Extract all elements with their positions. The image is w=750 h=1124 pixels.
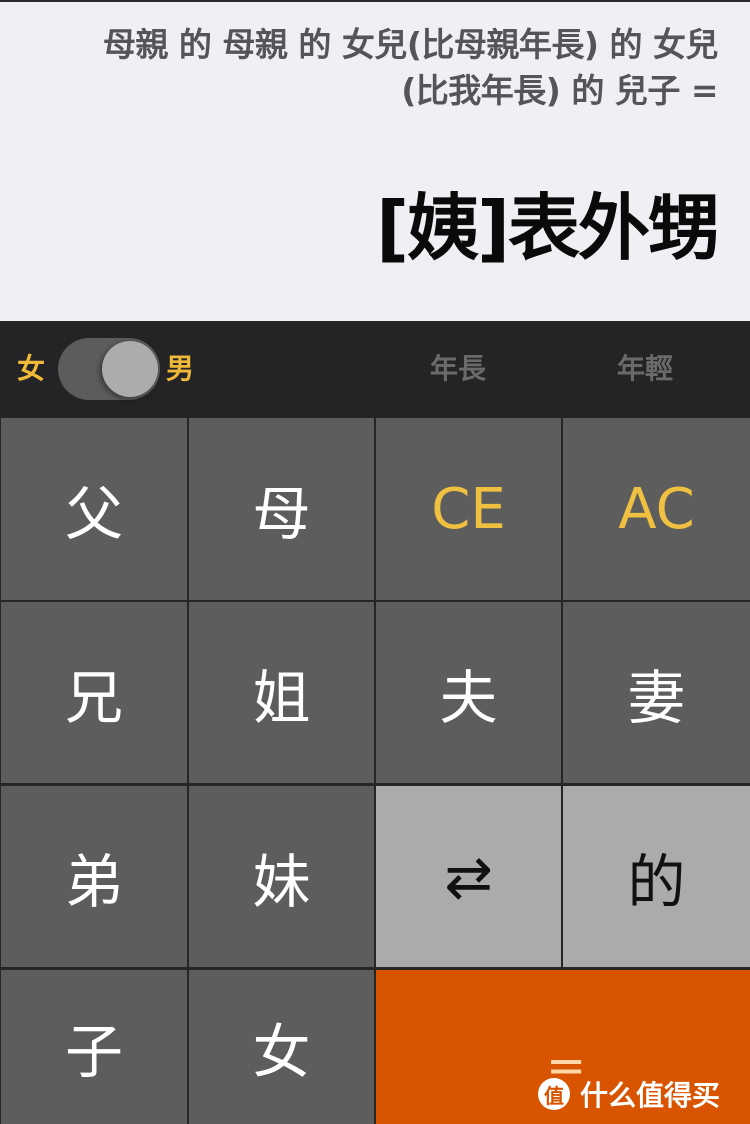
key-daughter[interactable]: 女: [189, 970, 374, 1124]
key-label: 父: [64, 480, 123, 548]
key-label: 姐: [252, 663, 311, 732]
key-label: 的: [627, 847, 686, 916]
display-panel: 母親 的 母親 的 女兒(比母親年長) 的 女兒(比我年長) 的 兒子 = [姨…: [0, 0, 750, 321]
toolbar: 女 男 年長 年輕: [0, 321, 750, 417]
key-husband[interactable]: 夫: [376, 602, 561, 783]
key-label: AC: [618, 476, 695, 542]
key-label: 母: [252, 480, 311, 548]
gender-toggle[interactable]: [58, 338, 160, 400]
key-younger-sister[interactable]: 妹: [189, 786, 374, 967]
key-mother[interactable]: 母: [189, 418, 374, 600]
swap-arrows-icon: ⇄: [444, 842, 493, 911]
all-clear-button[interactable]: AC: [563, 418, 750, 600]
watermark-logo-icon: 值: [537, 1078, 570, 1110]
result-text: [姨]表外甥: [376, 186, 720, 270]
key-elder-sister[interactable]: 姐: [189, 602, 374, 783]
key-wife[interactable]: 妻: [563, 602, 750, 783]
key-label: 妹: [252, 847, 311, 916]
key-label: 弟: [64, 847, 123, 916]
expression-text: 母親 的 母親 的 女兒(比母親年長) 的 女兒(比我年長) 的 兒子 =: [102, 25, 719, 110]
keypad: 父 母 CE AC 兄 姐 夫 妻 弟 妹 ⇄ 的 子 女 = 值 什么值得买: [0, 417, 750, 1124]
younger-button[interactable]: 年輕: [617, 349, 673, 389]
key-elder-brother[interactable]: 兄: [1, 602, 187, 783]
gender-female-label: 女: [17, 352, 46, 385]
watermark-text: 什么值得买: [579, 1079, 720, 1112]
key-of[interactable]: 的: [563, 786, 750, 967]
gender-male-label: 男: [166, 352, 195, 385]
key-son[interactable]: 子: [1, 970, 187, 1124]
clear-entry-button[interactable]: CE: [376, 418, 561, 600]
equals-button[interactable]: = 值 什么值得买: [376, 970, 750, 1124]
key-label: 女: [252, 1018, 311, 1086]
swap-button[interactable]: ⇄: [376, 786, 561, 967]
key-younger-brother[interactable]: 弟: [1, 786, 187, 967]
watermark: 值 什么值得买: [537, 1074, 720, 1114]
toggle-knob: [102, 341, 158, 397]
older-button[interactable]: 年長: [430, 349, 486, 389]
key-father[interactable]: 父: [1, 418, 187, 600]
key-label: 妻: [627, 663, 686, 732]
key-label: 夫: [439, 663, 498, 732]
key-label: 子: [64, 1018, 123, 1086]
key-label: CE: [431, 476, 506, 542]
key-label: 兄: [64, 663, 123, 732]
